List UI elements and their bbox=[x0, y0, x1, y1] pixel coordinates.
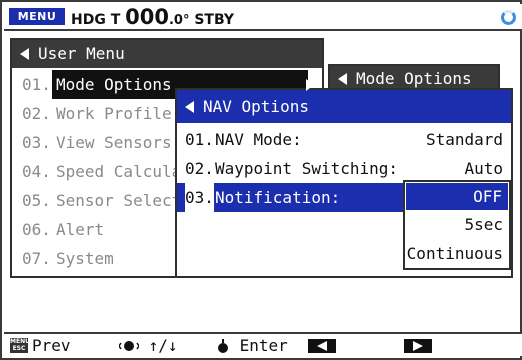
status-bar: MENU HDG T 000.0° STBY bbox=[4, 4, 522, 31]
display-frame: MENU HDG T 000.0° STBY User Menu 01. Mod… bbox=[0, 0, 522, 360]
menu-item-number: 07. bbox=[22, 249, 51, 268]
nav-options-title-bar: NAV Options bbox=[177, 90, 511, 123]
enter-hint: Enter bbox=[216, 335, 288, 357]
left-soft-key-icon[interactable] bbox=[308, 339, 336, 353]
rotary-knob-icon bbox=[119, 341, 139, 351]
heading-decimal: .0° bbox=[168, 13, 190, 28]
user-menu-title-bar: User Menu bbox=[12, 40, 322, 68]
updown-label: ↑/↓ bbox=[148, 336, 178, 355]
back-arrow-icon bbox=[20, 48, 29, 60]
option-number: 01. bbox=[185, 130, 214, 149]
knob-updown-hint: ↑/↓ bbox=[119, 335, 178, 357]
menu-item-label: Speed Calcula bbox=[56, 162, 182, 181]
push-knob-icon bbox=[218, 339, 228, 353]
menu-item-label: Sensor Select bbox=[56, 191, 182, 210]
menu-item-label: Alert bbox=[56, 220, 105, 239]
menu-item-label: View Sensors bbox=[56, 133, 172, 152]
option-continuous[interactable]: Continuous bbox=[405, 240, 509, 269]
menu-item-number: 01. bbox=[22, 75, 51, 94]
heading-prefix: HDG T bbox=[71, 12, 121, 28]
option-value: Standard bbox=[425, 130, 503, 149]
loading-spinner-icon bbox=[501, 10, 516, 25]
menu-item-number: 05. bbox=[22, 191, 51, 210]
mode-options-title: Mode Options bbox=[356, 69, 472, 88]
mode-indicator: STBY bbox=[194, 12, 235, 28]
option-value: Auto bbox=[464, 159, 503, 178]
option-label: Waypoint Switching: bbox=[215, 159, 399, 178]
menu-item-number: 03. bbox=[22, 133, 51, 152]
menu-esc-key-icon: MENU ESC bbox=[10, 338, 30, 353]
prev-hint: Prev bbox=[32, 336, 71, 355]
option-label: NAV Mode: bbox=[215, 130, 302, 149]
back-arrow-icon bbox=[338, 73, 347, 85]
key-guide-bar: MENU ESC Prev ↑/↓ Enter bbox=[4, 332, 522, 356]
waypoint-switching-row[interactable]: 02. Waypoint Switching: Auto bbox=[177, 154, 511, 183]
option-number: 03. bbox=[185, 183, 214, 212]
menu-badge: MENU bbox=[9, 8, 65, 25]
right-soft-key-icon[interactable] bbox=[404, 339, 432, 353]
menu-item-number: 04. bbox=[22, 162, 51, 181]
option-5sec[interactable]: 5sec bbox=[405, 211, 509, 240]
notification-options-list: OFF 5sec Continuous bbox=[403, 180, 511, 270]
option-number: 02. bbox=[185, 159, 214, 178]
nav-mode-row[interactable]: 01. NAV Mode: Standard bbox=[177, 125, 511, 154]
nav-options-title: NAV Options bbox=[203, 97, 309, 116]
option-off[interactable]: OFF bbox=[406, 183, 508, 210]
submenu-arrow-icon bbox=[306, 79, 314, 91]
menu-item-label: Work Profile bbox=[56, 104, 172, 123]
user-menu-title: User Menu bbox=[38, 44, 125, 63]
heading-value: 000 bbox=[125, 5, 169, 29]
menu-item-label: System bbox=[56, 249, 114, 268]
menu-item-number: 06. bbox=[22, 220, 51, 239]
back-arrow-icon bbox=[185, 101, 194, 113]
heading-readout: HDG T 000.0° STBY bbox=[71, 7, 234, 31]
enter-label: Enter bbox=[239, 336, 288, 355]
menu-item-number: 02. bbox=[22, 104, 51, 123]
option-label: Notification: bbox=[215, 188, 341, 207]
